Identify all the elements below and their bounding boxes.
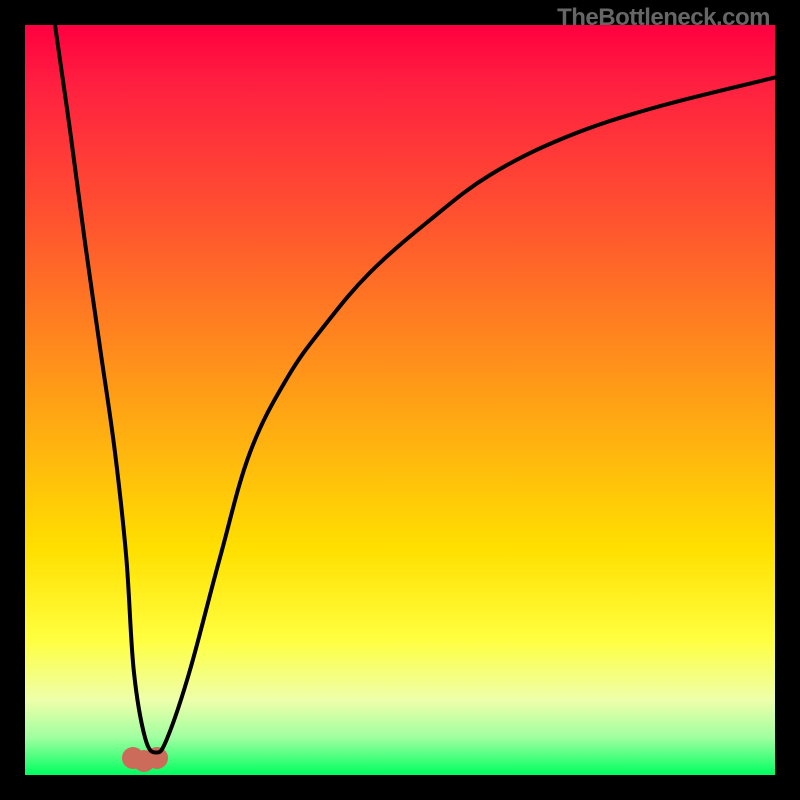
watermark-text: TheBottleneck.com — [557, 4, 770, 32]
bottleneck-chart — [25, 25, 775, 775]
bottleneck-curve-path — [55, 25, 775, 753]
bottleneck-curve-svg — [25, 25, 775, 775]
